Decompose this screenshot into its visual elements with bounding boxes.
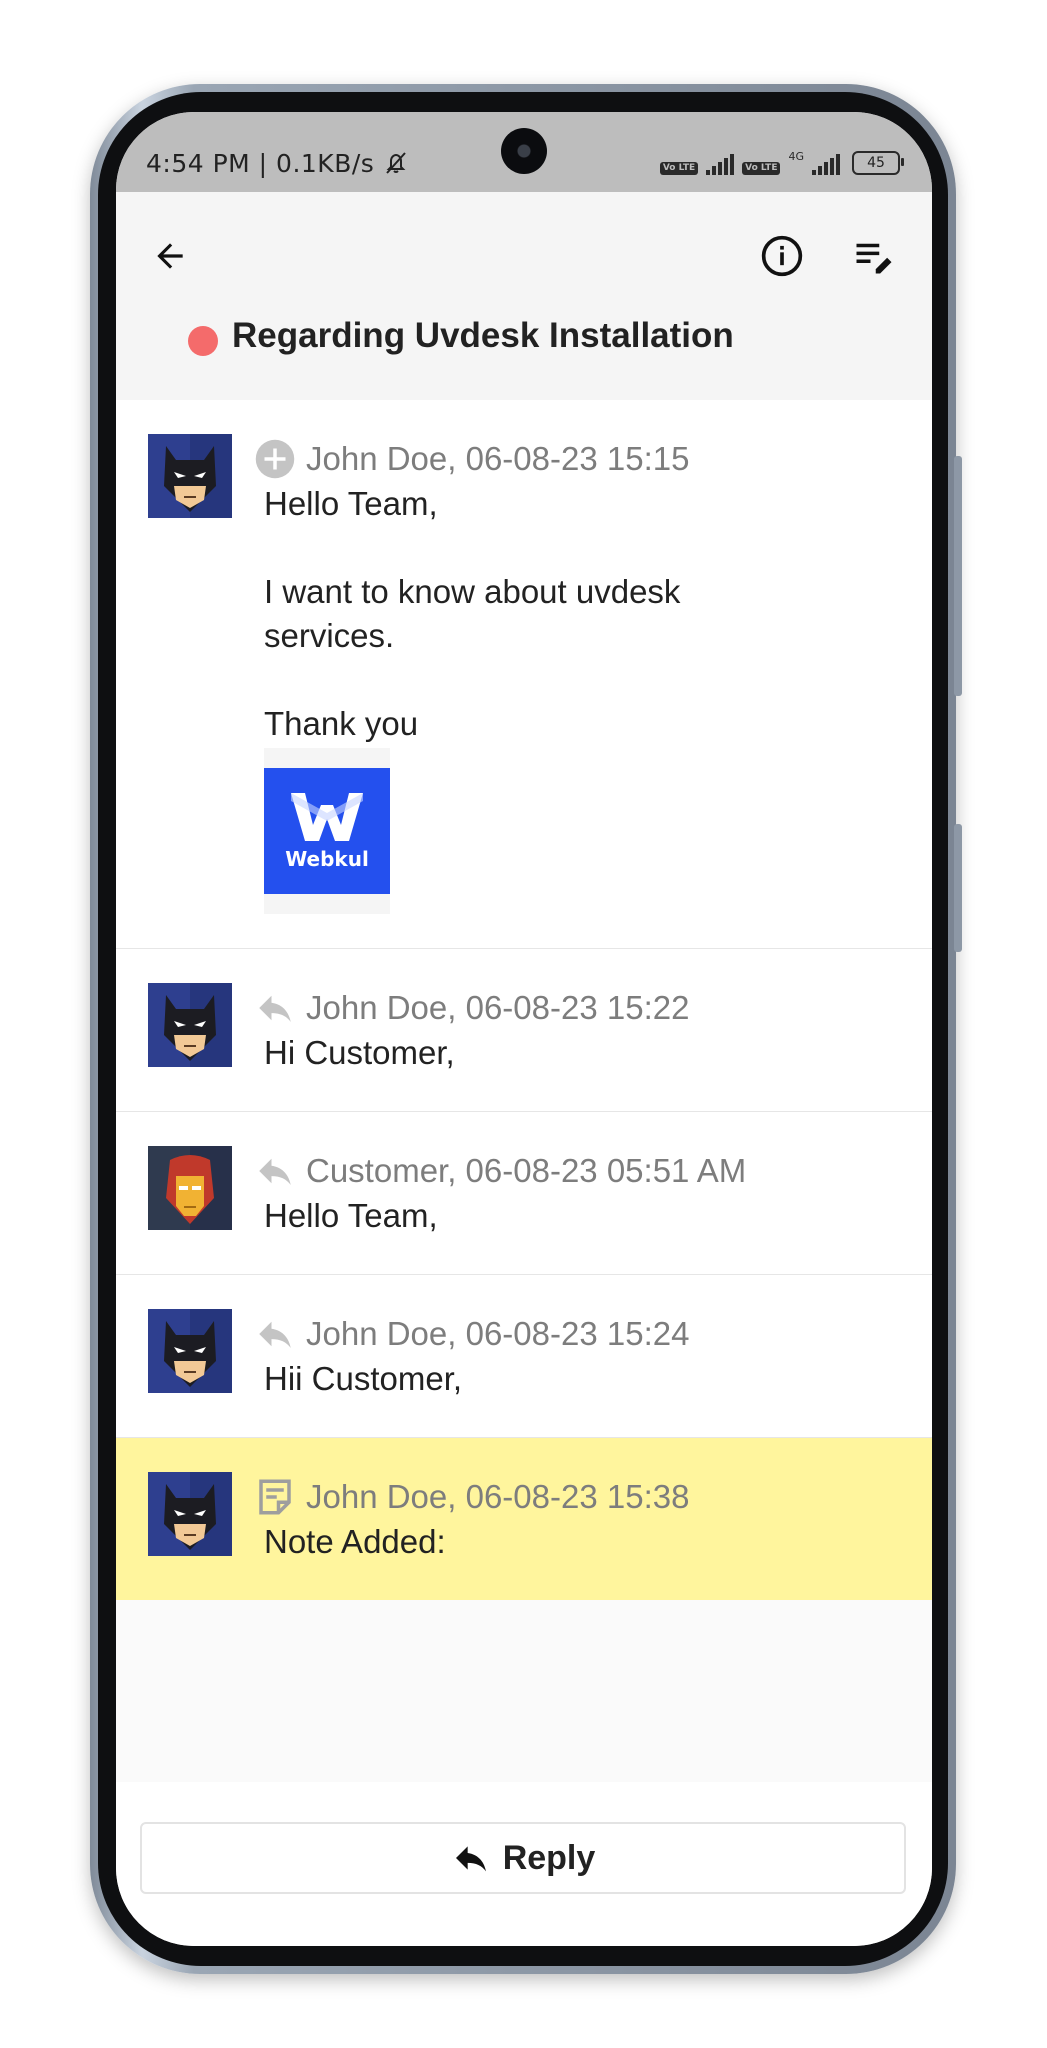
arrow-left-icon [157, 243, 183, 269]
thread-item[interactable]: Customer, 06-08-23 05:51 AM Hello Team, [116, 1112, 932, 1275]
thread-item[interactable]: John Doe, 06-08-23 15:24 Hii Customer, [116, 1275, 932, 1438]
reply-arrow-icon [455, 1846, 486, 1872]
power-button [954, 824, 962, 952]
message-header: John Doe, 06-08-23 15:15 [254, 438, 689, 480]
thread-item-note[interactable]: John Doe, 06-08-23 15:38 Note Added: [116, 1438, 932, 1600]
body-line-empty [264, 526, 680, 570]
back-button[interactable] [140, 226, 200, 286]
message-header: John Doe, 06-08-23 15:24 [254, 1313, 689, 1355]
front-camera [501, 128, 547, 174]
message-body: Hello Team, I want to know about uvdesk … [264, 482, 680, 746]
body-line: services. [264, 617, 395, 654]
body-line: I want to know about uvdesk [264, 573, 681, 610]
message-body: Hi Customer, [264, 1031, 455, 1075]
battery-level: 45 [867, 155, 885, 171]
volume-button [954, 456, 962, 696]
message-meta: John Doe, 06-08-23 15:38 [306, 1478, 690, 1515]
batman-avatar [148, 1309, 232, 1393]
reply-icon [259, 995, 291, 1022]
body-line-empty [264, 658, 680, 702]
body-line: Hii Customer, [264, 1360, 463, 1397]
batman-avatar [148, 434, 232, 518]
webkul-logo-text: Webkul [285, 847, 369, 871]
message-meta: John Doe, 06-08-23 15:15 [306, 440, 690, 477]
info-button[interactable] [752, 226, 812, 286]
body-line: Hello Team, [264, 1197, 438, 1234]
body-line: Note Added: [264, 1523, 446, 1560]
message-thread: John Doe, 06-08-23 15:15 Hello Team, I w… [116, 400, 932, 1600]
thread-item[interactable]: John Doe, 06-08-23 15:22 Hi Customer, [116, 949, 932, 1112]
reply-bar: Reply [116, 1782, 932, 1946]
edit-list-icon [856, 243, 892, 274]
ironman-avatar [148, 1146, 232, 1230]
reply-button-label: Reply [502, 1838, 596, 1877]
ticket-title: Regarding Uvdesk Installation [232, 316, 734, 355]
message-body: Hello Team, [264, 1194, 438, 1238]
reply-icon [259, 1158, 291, 1185]
signal-icon-2 [812, 153, 840, 175]
ticket-header: Regarding Uvdesk Installation [116, 192, 932, 400]
webkul-w-icon [291, 793, 363, 841]
thread-item[interactable]: John Doe, 06-08-23 15:15 Hello Team, I w… [116, 400, 932, 949]
attachment-thumbnail[interactable]: Webkul [264, 748, 390, 914]
signal-icon [706, 153, 735, 175]
status-time: 4:54 PM | 0.1KB/s [146, 149, 409, 178]
plus-circle-icon [255, 439, 295, 479]
info-icon [761, 235, 803, 277]
network-type: 4G [788, 150, 804, 163]
batman-avatar [148, 983, 232, 1067]
status-bar: 4:54 PM | 0.1KB/s Vo LTE Vo LTE 4G 45 [116, 112, 932, 192]
batman-avatar [148, 1472, 232, 1556]
screen: 4:54 PM | 0.1KB/s Vo LTE Vo LTE 4G 45 Re… [116, 112, 932, 1946]
body-line: Hi Customer, [264, 1034, 455, 1071]
message-meta: John Doe, 06-08-23 15:22 [306, 989, 690, 1026]
body-line: Hello Team, [264, 485, 438, 522]
battery-icon: 45 [852, 151, 904, 175]
edit-list-button[interactable] [844, 226, 904, 286]
ticket-status-dot [188, 326, 218, 356]
volte-icon-2: Vo LTE [742, 162, 781, 175]
webkul-logo: Webkul [264, 768, 390, 894]
message-header: Customer, 06-08-23 05:51 AM [254, 1150, 746, 1192]
message-header: John Doe, 06-08-23 15:38 [254, 1476, 689, 1518]
status-indicators: Vo LTE Vo LTE 4G 45 [659, 150, 904, 175]
message-meta: Customer, 06-08-23 05:51 AM [306, 1152, 747, 1189]
status-time-text: 4:54 PM | 0.1KB/s [146, 149, 375, 178]
body-line: Thank you [264, 705, 419, 742]
note-icon [259, 1479, 291, 1515]
reply-icon [259, 1321, 291, 1348]
message-body: Hii Customer, [264, 1357, 462, 1401]
message-body: Note Added: [264, 1520, 446, 1564]
message-meta: John Doe, 06-08-23 15:24 [306, 1315, 690, 1352]
volte-icon: Vo LTE [659, 162, 699, 175]
message-header: John Doe, 06-08-23 15:22 [254, 987, 689, 1029]
reply-button[interactable]: Reply [140, 1822, 906, 1894]
mute-icon [386, 152, 406, 174]
